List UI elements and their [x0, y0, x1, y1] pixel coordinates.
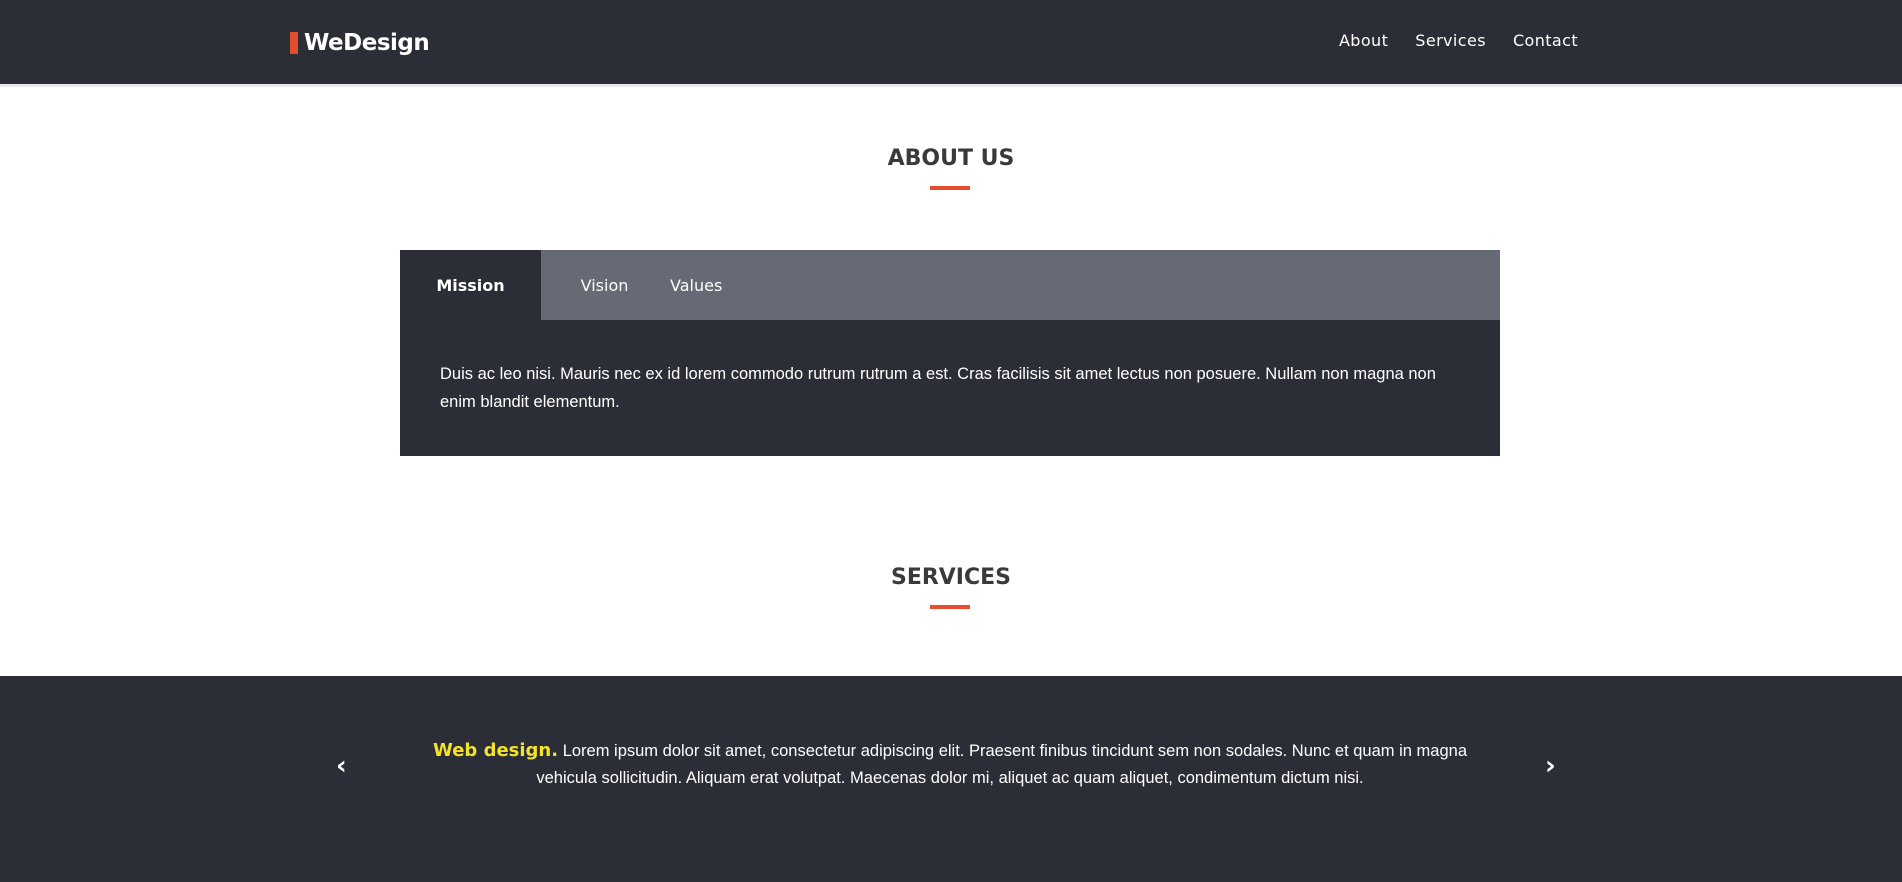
logo-accent-bar [290, 32, 298, 54]
services-section-title: SERVICES [890, 565, 1012, 590]
nav-link-services[interactable]: Services [1415, 31, 1486, 50]
service-slide: Web design. Lorem ipsum dolor sit amet, … [410, 737, 1490, 792]
services-title-underline [930, 605, 970, 609]
tab-strip: Mission Vision Values [400, 250, 1500, 320]
about-section-title: ABOUT US [887, 146, 1015, 171]
nav-link-contact[interactable]: Contact [1513, 31, 1578, 50]
about-tabs-panel: Mission Vision Values Duis ac leo nisi. … [400, 250, 1500, 456]
service-description: Lorem ipsum dolor sit amet, consectetur … [536, 742, 1467, 787]
service-name: Web design. [433, 740, 559, 761]
top-navbar: WeDesign About Services Contact [0, 0, 1902, 87]
tab-values[interactable]: Values [668, 250, 722, 320]
about-title-underline [930, 186, 970, 190]
tab-mission[interactable]: Mission [400, 250, 541, 320]
nav-link-about[interactable]: About [1339, 31, 1388, 50]
chevron-right-icon[interactable]: › [1545, 753, 1556, 779]
services-carousel: ‹ Web design. Lorem ipsum dolor sit amet… [0, 676, 1902, 882]
chevron-left-icon[interactable]: ‹ [336, 753, 347, 779]
tab-content-text: Duis ac leo nisi. Mauris nec ex id lorem… [440, 365, 1436, 411]
tab-vision[interactable]: Vision [541, 250, 668, 320]
logo-text: WeDesign [304, 30, 430, 56]
main-nav: About Services Contact [1339, 31, 1578, 50]
logo[interactable]: WeDesign [290, 30, 430, 56]
